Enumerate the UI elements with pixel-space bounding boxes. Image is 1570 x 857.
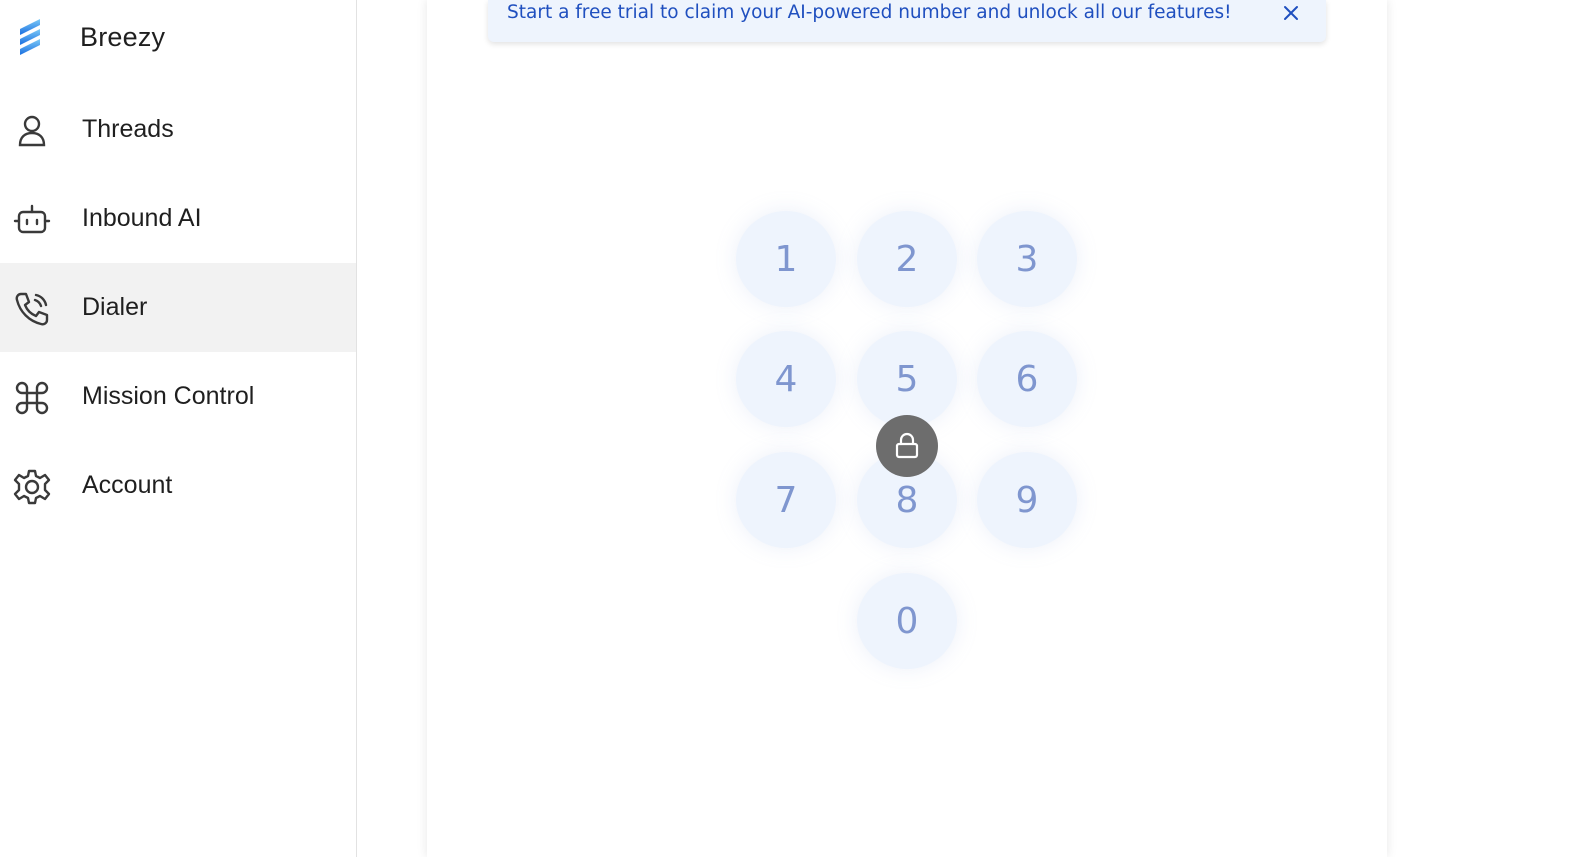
robot-icon [12,200,52,240]
dialpad-digit: 9 [1015,479,1039,521]
dialpad-key-1[interactable]: 1 [736,211,836,307]
dialpad-digit: 2 [895,238,919,280]
dialpad-digit: 3 [1015,238,1039,280]
close-icon[interactable] [1280,2,1302,24]
dialpad-digit: 6 [1015,358,1039,400]
dialpad-key-9[interactable]: 9 [977,452,1077,548]
breezy-logo-icon [20,19,40,55]
dialpad-key-2[interactable]: 2 [857,211,957,307]
trial-banner: Start a free trial to claim your AI-powe… [488,0,1326,42]
sidebar-item-label: Inbound AI [82,204,202,232]
sidebar-item-dialer[interactable]: Dialer [0,263,356,352]
sidebar-item-mission-control[interactable]: Mission Control [0,352,356,441]
dialpad-key-3[interactable]: 3 [977,211,1077,307]
gear-icon [12,467,52,507]
sidebar-item-label: Threads [82,115,174,143]
dialpad-digit: 8 [895,479,919,521]
sidebar-item-label: Mission Control [82,382,255,410]
sidebar-item-account[interactable]: Account [0,441,356,530]
sidebar-item-threads[interactable]: Threads [0,85,356,174]
dialpad-digit: 4 [774,358,798,400]
sidebar-item-label: Account [82,471,173,499]
phone-call-icon [12,289,52,329]
trial-banner-text: Start a free trial to claim your AI-powe… [507,2,1232,23]
dialpad-key-7[interactable]: 7 [736,452,836,548]
dialpad-lock-badge [876,415,938,477]
dialpad-key-0[interactable]: 0 [857,573,957,669]
sidebar-item-label: Dialer [82,293,148,321]
lock-icon [891,430,923,462]
dialpad-digit: 7 [774,479,798,521]
brand[interactable]: Breezy [0,0,356,80]
brand-name: Breezy [80,22,166,52]
dialpad-digit: 5 [895,358,919,400]
dialpad-key-4[interactable]: 4 [736,331,836,427]
sidebar-item-inbound-ai[interactable]: Inbound AI [0,174,356,263]
sidebar: Breezy Threads Inbound AI Dialer Mission… [0,0,357,857]
dialpad-key-5[interactable]: 5 [857,331,957,427]
dialpad-digit: 1 [774,238,798,280]
dialpad-digit: 0 [895,600,919,642]
command-icon [12,378,52,418]
dialpad-key-6[interactable]: 6 [977,331,1077,427]
person-icon [12,111,52,151]
